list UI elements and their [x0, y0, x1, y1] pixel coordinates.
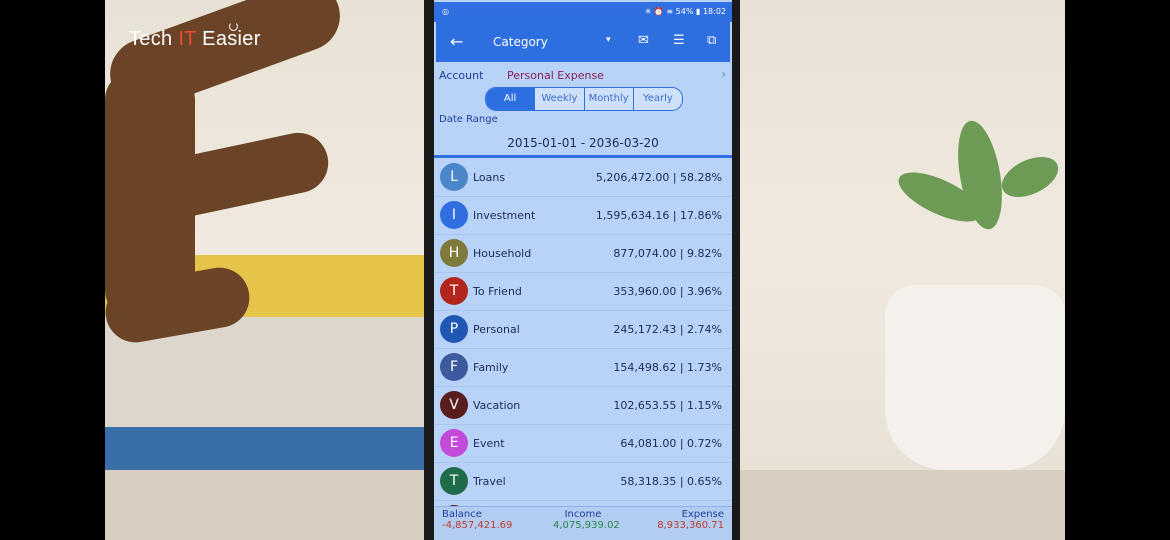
power-icon [229, 22, 238, 31]
category-row[interactable]: H Household 877,074.00 | 9.82% [434, 235, 732, 273]
palm [105, 70, 195, 320]
category-amount: 877,074.00 | 9.82% [613, 247, 722, 260]
period-segmented-control: All Weekly Monthly Yearly [485, 87, 683, 111]
status-bar: ◎ ✳ ⏰ ≡ 54% ▮ 18:02 [434, 2, 732, 22]
back-arrow-icon[interactable]: ← [450, 32, 463, 51]
income-label: Income [564, 509, 602, 520]
category-name: To Friend [473, 285, 522, 298]
category-row[interactable]: T Travel 58,318.35 | 0.65% [434, 463, 732, 501]
date-range-value[interactable]: 2015-01-01 - 2036-03-20 [434, 136, 732, 150]
category-name: Investment [473, 209, 536, 222]
category-avatar: T [440, 467, 468, 495]
category-amount: 58,318.35 | 0.65% [620, 475, 722, 488]
channel-logo: Tech IT Easier [129, 22, 261, 51]
divider [434, 155, 732, 158]
period-weekly-button[interactable]: Weekly [534, 88, 583, 110]
category-row[interactable]: F Family 154,498.62 | 1.73% [434, 349, 732, 387]
category-avatar: F [440, 353, 468, 381]
category-avatar: I [440, 201, 468, 229]
logo-text: Easier [196, 28, 261, 50]
expense-label: Expense [681, 509, 724, 520]
mail-icon[interactable]: ✉ [638, 33, 649, 48]
category-avatar: P [440, 315, 468, 343]
expense-value: 8,933,360.71 [657, 520, 724, 531]
account-selector[interactable]: Account Personal Expense › [434, 66, 732, 84]
hand [105, 0, 365, 380]
category-avatar: L [440, 163, 468, 191]
category-dropdown[interactable]: Category [493, 35, 548, 49]
category-avatar: T [440, 277, 468, 305]
category-name: Loans [473, 171, 506, 184]
chevron-down-icon[interactable]: ▾ [606, 35, 611, 45]
category-name: Travel [473, 475, 506, 488]
category-amount: 102,653.55 | 1.15% [613, 399, 722, 412]
category-amount: 1,595,634.16 | 17.86% [595, 209, 722, 222]
period-all-button[interactable]: All [486, 88, 535, 110]
balance-value: -4,857,421.69 [442, 520, 513, 531]
phone-screen: ◎ ✳ ⏰ ≡ 54% ▮ 18:02 ← Category ▾ ✉ ☰ ⧉ A… [434, 0, 732, 540]
category-amount: 5,206,472.00 | 58.28% [595, 171, 722, 184]
category-name: Event [473, 437, 505, 450]
book-blue [105, 427, 430, 472]
category-amount: 154,498.62 | 1.73% [613, 361, 722, 374]
chevron-right-icon: › [721, 67, 726, 81]
category-amount: 353,960.00 | 3.96% [613, 285, 722, 298]
category-avatar: E [440, 429, 468, 457]
category-avatar: H [440, 239, 468, 267]
app-status-icon: ◎ [442, 7, 449, 16]
period-yearly-button[interactable]: Yearly [632, 88, 682, 110]
select-all-icon[interactable]: ⧉ [707, 33, 716, 48]
balance-label: Balance [442, 509, 482, 520]
income-value: 4,075,939.02 [553, 520, 620, 531]
status-indicators: ✳ ⏰ ≡ 54% ▮ 18:02 [644, 7, 726, 16]
category-amount: 245,172.43 | 2.74% [613, 323, 722, 336]
list-menu-icon[interactable]: ☰ [673, 33, 685, 48]
category-name: Personal [473, 323, 520, 336]
category-row[interactable]: E Event 64,081.00 | 0.72% [434, 425, 732, 463]
category-list: L Loans 5,206,472.00 | 58.28% I Investme… [434, 159, 732, 539]
date-range-label: Date Range [439, 114, 498, 125]
category-name: Family [473, 361, 509, 374]
category-row[interactable]: I Investment 1,595,634.16 | 17.86% [434, 197, 732, 235]
plant-leaf [995, 148, 1065, 206]
account-value: Personal Expense [507, 69, 604, 82]
account-label: Account [439, 69, 484, 82]
category-row[interactable]: P Personal 245,172.43 | 2.74% [434, 311, 732, 349]
category-row[interactable]: V Vacation 102,653.55 | 1.15% [434, 387, 732, 425]
period-monthly-button[interactable]: Monthly [583, 88, 633, 110]
category-amount: 64,081.00 | 0.72% [620, 437, 722, 450]
category-name: Vacation [473, 399, 521, 412]
logo-text: Tech [129, 28, 179, 50]
category-row[interactable]: L Loans 5,206,472.00 | 58.28% [434, 159, 732, 197]
category-name: Household [473, 247, 532, 260]
category-avatar: V [440, 391, 468, 419]
category-row[interactable]: T To Friend 353,960.00 | 3.96% [434, 273, 732, 311]
summary-footer: Balance -4,857,421.69 Income 4,075,939.0… [434, 506, 732, 540]
plant-pot [885, 285, 1065, 470]
logo-text-accent: IT [178, 28, 197, 50]
app-bar: ← Category ▾ ✉ ☰ ⧉ [436, 22, 730, 62]
